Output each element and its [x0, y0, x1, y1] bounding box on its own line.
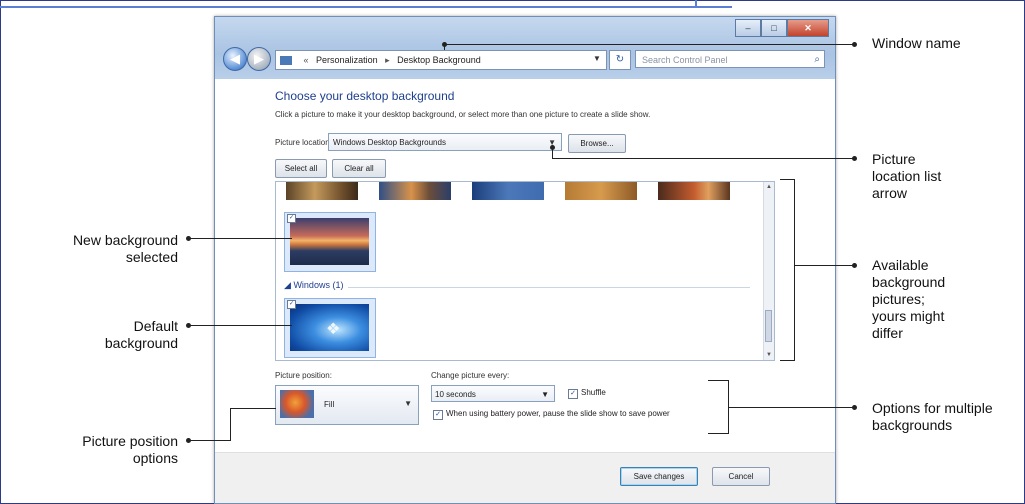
callout-new-background: New background selected: [72, 232, 178, 265]
picture-position-value: Fill: [324, 400, 335, 409]
callout-bracket: [708, 433, 728, 434]
breadcrumb-personalization[interactable]: Personalization: [316, 55, 378, 65]
picture-location-select[interactable]: Windows Desktop Backgrounds ▼: [328, 133, 562, 151]
background-thumbnail[interactable]: [286, 182, 358, 200]
callout-position-options: Picture position options: [82, 433, 178, 466]
close-button[interactable]: ✕: [787, 19, 829, 37]
breadcrumb-separator: «: [303, 55, 309, 65]
top-rule: [0, 0, 732, 8]
browse-button[interactable]: Browse...: [568, 134, 626, 153]
callout-leader: [444, 44, 854, 45]
shuffle-label[interactable]: Shuffle: [581, 388, 606, 397]
refresh-button[interactable]: ↻: [609, 50, 631, 70]
picture-location-value: Windows Desktop Backgrounds: [333, 138, 446, 147]
change-picture-label: Change picture every:: [431, 371, 510, 380]
callout-default-background: Default background: [104, 318, 178, 351]
picture-location-label: Picture location:: [275, 138, 332, 147]
position-preview-image: [280, 390, 314, 418]
windows-default-image: ❖: [290, 304, 369, 351]
callout-dot: [852, 405, 857, 410]
callout-leader: [188, 238, 292, 239]
callout-leader: [230, 408, 276, 409]
callout-options-multiple: Options for multiple backgrounds: [872, 400, 993, 433]
collapse-arrow-icon[interactable]: ◢: [284, 280, 291, 290]
background-thumbnail[interactable]: [658, 182, 730, 200]
maximize-button[interactable]: □: [761, 19, 787, 37]
battery-pause-label[interactable]: When using battery power, pause the slid…: [446, 409, 670, 418]
window-footer: Save changes Cancel: [215, 452, 835, 503]
callout-dot: [852, 42, 857, 47]
thumbnail-checkbox[interactable]: ✓: [287, 214, 296, 223]
gallery-scrollbar[interactable]: ▲ ▼: [763, 182, 774, 360]
callout-leader: [188, 440, 230, 441]
search-placeholder: Search Control Panel: [642, 55, 728, 65]
group-label: Windows (1): [293, 280, 344, 290]
callout-window-name: Window name: [872, 35, 961, 51]
chevron-down-icon[interactable]: ▼: [404, 399, 412, 408]
search-icon[interactable]: ⌕: [814, 51, 820, 69]
background-thumbnail[interactable]: [565, 182, 637, 200]
minimize-button[interactable]: –: [735, 19, 761, 37]
scroll-up-icon[interactable]: ▲: [764, 184, 774, 190]
address-dropdown-arrow[interactable]: ▼: [589, 50, 605, 68]
group-header-windows[interactable]: ◢ Windows (1): [284, 280, 750, 294]
change-picture-value: 10 seconds: [435, 390, 476, 399]
callout-dot: [852, 263, 857, 268]
address-bar[interactable]: « Personalization ▸ Desktop Background: [275, 50, 607, 70]
callout-dot: [852, 156, 857, 161]
caption-buttons: – □ ✕: [735, 19, 829, 37]
shuffle-checkbox[interactable]: ✓: [568, 389, 578, 399]
group-divider: [348, 287, 750, 288]
back-button[interactable]: ◀: [223, 47, 247, 71]
selected-background-thumbnail[interactable]: ✓: [284, 212, 376, 272]
background-thumbnail[interactable]: [379, 182, 451, 200]
forward-arrow-icon: ▶: [254, 51, 264, 66]
picture-position-select[interactable]: Fill ▼: [275, 385, 419, 425]
windows-logo-icon: ❖: [326, 321, 341, 338]
desktop-background-window: – □ ✕ ◀ ▶ « Personalization ▸ Desktop Ba…: [214, 16, 836, 504]
scroll-down-icon[interactable]: ▼: [764, 352, 774, 358]
window-body: Choose your desktop background Click a p…: [215, 79, 835, 503]
sunset-lake-image: [290, 218, 369, 265]
thumbnail-checkbox[interactable]: ✓: [287, 300, 296, 309]
window-chrome: – □ ✕ ◀ ▶ « Personalization ▸ Desktop Ba…: [215, 17, 835, 79]
callout-bracket: [708, 380, 728, 381]
callout-bracket: [780, 360, 794, 361]
picture-position-label: Picture position:: [275, 371, 332, 380]
callout-leader: [188, 325, 292, 326]
search-input[interactable]: Search Control Panel ⌕: [635, 50, 825, 68]
callout-picture-location-arrow: Picture location list arrow: [872, 151, 942, 201]
page-title: Choose your desktop background: [275, 89, 455, 103]
callout-leader: [728, 407, 854, 408]
select-all-button[interactable]: Select all: [275, 159, 327, 178]
callout-bracket: [794, 179, 795, 361]
background-thumbnail[interactable]: [472, 182, 544, 200]
callout-leader: [230, 408, 231, 441]
cancel-button[interactable]: Cancel: [712, 467, 770, 486]
scrollbar-thumb[interactable]: [765, 310, 772, 342]
save-changes-button[interactable]: Save changes: [620, 467, 698, 486]
top-rule-accent: [695, 0, 697, 8]
callout-leader: [794, 265, 854, 266]
change-picture-interval-select[interactable]: 10 seconds ▼: [431, 385, 555, 402]
battery-pause-checkbox[interactable]: ✓: [433, 410, 443, 420]
page-description: Click a picture to make it your desktop …: [275, 110, 651, 119]
default-background-thumbnail[interactable]: ❖ ✓: [284, 298, 376, 358]
control-panel-icon: [280, 56, 292, 66]
forward-button[interactable]: ▶: [247, 47, 271, 71]
clear-all-button[interactable]: Clear all: [332, 159, 386, 178]
background-gallery[interactable]: ✓ ◢ Windows (1) ❖ ✓ ▲ ▼: [275, 181, 775, 361]
back-arrow-icon: ◀: [230, 51, 240, 66]
callout-leader: [552, 158, 854, 159]
callout-bracket: [780, 179, 794, 180]
breadcrumb-separator: ▸: [385, 55, 390, 65]
chevron-down-icon[interactable]: ▼: [541, 386, 549, 403]
callout-available-pictures: Available background pictures; yours mig…: [872, 257, 946, 341]
refresh-icon: ↻: [615, 54, 625, 65]
breadcrumb-desktop-background[interactable]: Desktop Background: [397, 55, 481, 65]
